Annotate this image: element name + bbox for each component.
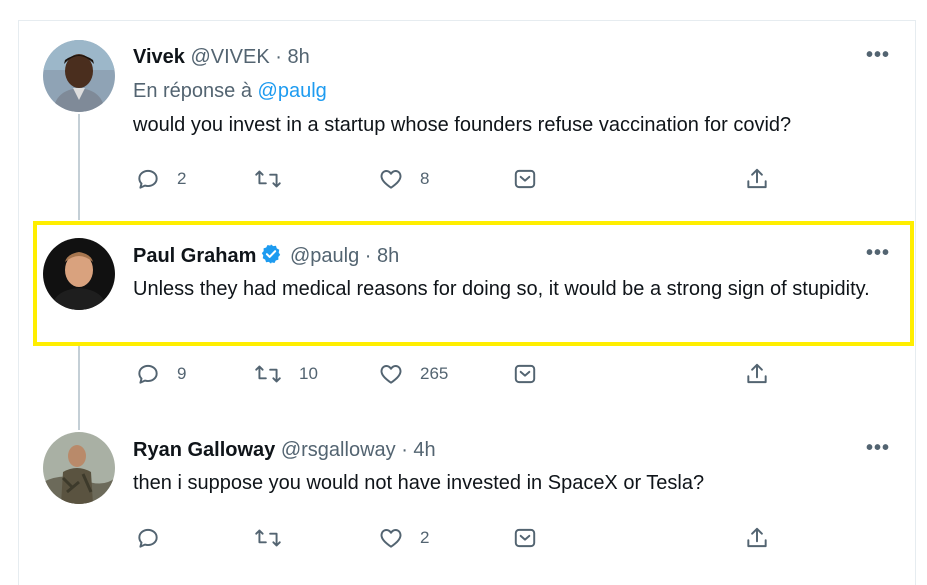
tweet-text: then i suppose you would not have invest… <box>133 472 705 494</box>
tweet-header: Ryan Galloway @rsgalloway · 4h <box>133 438 436 462</box>
avatar[interactable] <box>43 432 115 504</box>
timestamp[interactable]: · 4h <box>401 439 435 461</box>
tweet-ryan-galloway[interactable]: Ryan Galloway @rsgalloway · 4h then i su… <box>0 0 927 585</box>
tweet-actions: 2 <box>0 525 927 555</box>
reply-button[interactable] <box>135 525 177 551</box>
retweet-icon <box>255 529 281 547</box>
reply-icon <box>138 528 158 548</box>
more-icon[interactable]: ••• <box>866 437 890 460</box>
retweet-button[interactable] <box>253 525 299 551</box>
save-icon <box>514 528 536 548</box>
like-icon <box>380 529 402 548</box>
author-name[interactable]: Ryan Galloway <box>133 439 275 461</box>
like-button[interactable]: 2 <box>378 525 429 551</box>
share-icon <box>747 527 767 548</box>
author-handle[interactable]: @rsgalloway <box>281 439 396 461</box>
save-button[interactable] <box>512 525 538 551</box>
like-count: 2 <box>420 528 430 547</box>
share-button[interactable] <box>744 525 770 551</box>
